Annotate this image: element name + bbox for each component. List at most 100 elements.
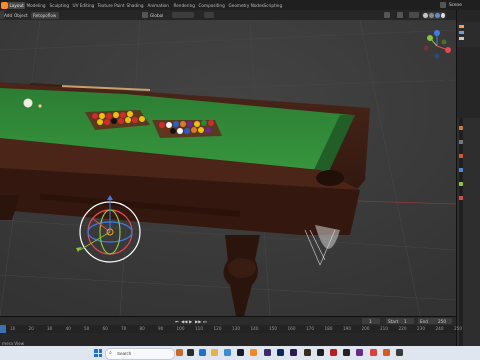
frame-tick-label: 80 — [139, 326, 145, 331]
app-icon-13[interactable] — [370, 349, 377, 356]
shading-mode-buttons[interactable] — [422, 11, 446, 19]
pan-hand-icon[interactable] — [442, 73, 450, 81]
tab-sculpting[interactable]: Sculpting — [48, 2, 71, 9]
chrome-icon[interactable] — [224, 349, 231, 356]
jump-start-icon[interactable]: ⏮ — [175, 319, 179, 324]
task-view-icon[interactable] — [187, 349, 194, 356]
transform-orientation-icon[interactable] — [142, 12, 148, 18]
tab-rendering[interactable]: Rendering — [172, 2, 196, 9]
object-tab-icon[interactable] — [459, 154, 463, 158]
frame-tick-label: 140 — [250, 326, 259, 331]
frame-tick-label: 240 — [435, 326, 444, 331]
object-row-icon[interactable] — [459, 31, 464, 34]
next-keyframe-icon[interactable]: ▶▶ — [195, 319, 201, 324]
render-tab-icon[interactable] — [459, 140, 463, 144]
proportional-edit-button[interactable] — [204, 12, 214, 18]
app-icon-15[interactable] — [396, 349, 403, 356]
add-menu[interactable]: Add — [4, 13, 12, 18]
start-frame-field[interactable]: Start 1 — [386, 318, 414, 324]
frame-tick-label: 40 — [65, 326, 71, 331]
grid-toggle-icon[interactable] — [442, 95, 450, 103]
frame-tick-label: 20 — [28, 326, 34, 331]
after-effects-icon[interactable] — [290, 349, 297, 356]
blender-logo-icon[interactable] — [1, 1, 8, 9]
tab-compositing[interactable]: Compositing — [197, 2, 226, 9]
current-frame-value: 1 — [369, 318, 372, 324]
start-menu-icon[interactable] — [94, 349, 102, 357]
frame-tick-label: 180 — [324, 326, 333, 331]
frame-tick-label: 50 — [84, 326, 90, 331]
app-icon-12[interactable] — [356, 349, 363, 356]
file-explorer-icon[interactable] — [211, 349, 218, 356]
current-frame-field[interactable]: 1 — [362, 318, 380, 324]
frame-tick-label: 10 — [10, 326, 16, 331]
illustrator-icon[interactable] — [304, 349, 311, 356]
scene-icon — [440, 2, 446, 8]
windows-taskbar: ⌕ Search — [0, 346, 480, 360]
tab-modeling[interactable]: Modeling — [25, 2, 47, 9]
edge-browser-icon[interactable] — [199, 349, 206, 356]
transform-orientation-select[interactable]: Global — [150, 13, 163, 18]
taskbar-search-box[interactable]: ⌕ Search — [105, 348, 175, 360]
material-tab-icon[interactable] — [459, 182, 463, 186]
frame-tick-label: 200 — [361, 326, 370, 331]
premiere-icon[interactable] — [264, 349, 271, 356]
frame-tick-label: 210 — [380, 326, 388, 331]
search-icon: ⌕ — [109, 350, 112, 356]
tab-shading[interactable]: Shading — [125, 2, 145, 9]
scene-label[interactable]: Scene — [449, 2, 462, 7]
overlays-icon[interactable] — [409, 12, 419, 18]
app-icon-14[interactable] — [383, 349, 390, 356]
frame-tick-label: 230 — [417, 326, 425, 331]
blender-taskbar-icon[interactable] — [250, 349, 257, 356]
prev-keyframe-icon[interactable]: ◀◀ — [181, 319, 187, 324]
rendered-shading-icon[interactable] — [441, 12, 445, 18]
end-frame-field[interactable]: End 250 — [418, 318, 452, 324]
texture-tab-icon[interactable] — [459, 196, 463, 200]
frame-tick-label: 190 — [343, 326, 351, 331]
tab-texture-paint[interactable]: Texture Paint — [96, 2, 126, 9]
viewport-header: Add Object Retopoflow Global ect Bo Opti… — [0, 10, 456, 28]
timeline-header: ⏮ ◀◀ ▶ ▶▶ ⏭ 1 Start 1 End 250 — [0, 317, 456, 325]
taskbar-app-icon[interactable] — [176, 349, 183, 356]
playback-controls[interactable]: ⏮ ◀◀ ▶ ▶▶ ⏭ — [175, 319, 210, 324]
camera-view-icon[interactable] — [442, 84, 450, 92]
start-value: 1 — [404, 318, 407, 324]
solid-shading-icon[interactable] — [429, 12, 434, 18]
tab-animation[interactable]: Animation — [146, 2, 170, 9]
frame-tick-label: 30 — [47, 326, 53, 331]
tool-tab-icon[interactable] — [459, 126, 463, 130]
camera-row-icon[interactable] — [459, 37, 464, 40]
tab-scripting[interactable]: Scripting — [262, 2, 284, 9]
properties-panel[interactable] — [457, 118, 480, 346]
frame-tick-labels: 10 20 30 40 50 60 70 80 90 100 110 120 130 140 150 160 1… — [0, 326, 462, 333]
keyframe-area[interactable] — [0, 333, 456, 347]
app-icon-11[interactable] — [343, 349, 350, 356]
tab-uv-editing[interactable]: UV Editing — [71, 2, 96, 9]
photoshop-icon[interactable] — [277, 349, 284, 356]
frame-tick-label: 100 — [176, 326, 185, 331]
end-value: 250 — [438, 318, 446, 324]
3d-viewport[interactable] — [0, 20, 456, 316]
timeline-editor[interactable]: ⏮ ◀◀ ▶ ▶▶ ⏭ 1 Start 1 End 250 10 20 30 40 50… — [0, 316, 462, 347]
modifier-tab-icon[interactable] — [459, 168, 463, 172]
gizmo-toggle-icon[interactable] — [397, 12, 403, 18]
retopoflow-dropdown[interactable]: Retopoflow — [31, 11, 59, 19]
pivot-snap-controls[interactable] — [172, 12, 194, 18]
jump-end-icon[interactable]: ⏭ — [203, 319, 207, 324]
object-menu[interactable]: Object — [14, 13, 28, 18]
frame-tick-label: 120 — [213, 326, 222, 331]
tab-geometry-nodes[interactable]: Geometry Nodes — [227, 2, 265, 9]
visibility-icon[interactable] — [384, 12, 390, 18]
store-icon[interactable] — [237, 349, 244, 356]
play-icon[interactable]: ▶ — [189, 319, 192, 324]
frame-tick-label: 60 — [102, 326, 108, 331]
end-label: End — [420, 318, 428, 324]
outliner-panel[interactable] — [457, 22, 480, 47]
zoom-icon[interactable] — [442, 62, 450, 70]
tab-layout[interactable]: Layout — [8, 1, 26, 9]
wireframe-shading-icon[interactable] — [423, 12, 428, 18]
acrobat-icon[interactable] — [330, 349, 337, 356]
app-icon-9[interactable] — [317, 349, 324, 356]
material-shading-icon[interactable] — [435, 12, 440, 18]
